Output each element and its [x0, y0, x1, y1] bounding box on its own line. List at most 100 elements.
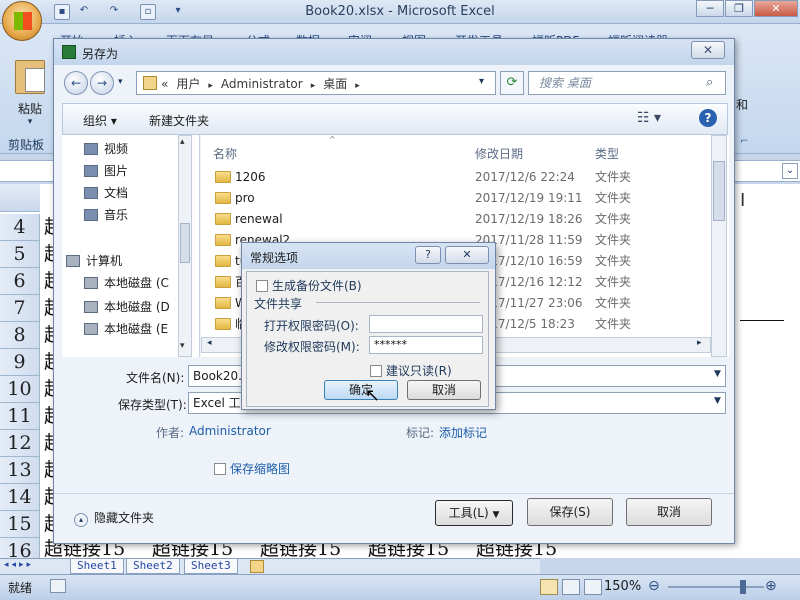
row-header[interactable]: 10	[0, 376, 40, 403]
search-input[interactable]: 搜索 桌面	[528, 71, 726, 95]
cancel-button[interactable]: 取消	[626, 498, 712, 526]
breadcrumb-item[interactable]: «	[161, 77, 168, 91]
folder-icon	[215, 171, 231, 183]
tags-value[interactable]: 添加标记	[439, 424, 487, 441]
row-header[interactable]: 5	[0, 241, 40, 268]
breadcrumb-item[interactable]: 用户	[176, 77, 200, 91]
dialog-launcher-icon[interactable]: ⌐	[740, 136, 748, 147]
back-icon[interactable]: ←	[64, 71, 88, 95]
column-date[interactable]: 修改日期	[475, 145, 523, 162]
row-header[interactable]: 9	[0, 349, 40, 376]
chevron-down-icon[interactable]: ▼	[714, 369, 721, 379]
zoom-slider[interactable]	[668, 586, 764, 588]
nav-item[interactable]: 本地磁盘 (D	[84, 297, 170, 317]
sheet-tab[interactable]: Sheet2	[126, 559, 180, 574]
print-preview-icon[interactable]: ▫	[140, 4, 156, 20]
sheet-tab[interactable]: Sheet1	[70, 559, 124, 574]
file-row[interactable]: renewal 2017/12/19 18:26 文件夹	[211, 209, 711, 230]
hide-folders-button[interactable]: ▴ 隐藏文件夹	[74, 509, 154, 527]
row-header[interactable]: 14	[0, 484, 40, 511]
history-dropdown-icon[interactable]: ▾	[118, 77, 123, 87]
readonly-checkbox[interactable]: 建议只读(R)	[370, 362, 452, 379]
column-type[interactable]: 类型	[595, 145, 619, 162]
scroll-up-icon[interactable]: ▴	[180, 137, 185, 147]
view-options-icon[interactable]: ☷ ▾	[637, 110, 661, 126]
backup-checkbox[interactable]: 生成备份文件(B)	[256, 277, 362, 294]
address-bar[interactable]: « 用户 ▸ Administrator ▸ 桌面 ▸ ▾	[136, 71, 496, 95]
file-scrollbar-thumb[interactable]	[713, 161, 725, 221]
dialog-close-button[interactable]: ✕	[691, 41, 725, 59]
row-header[interactable]: 8	[0, 322, 40, 349]
file-name: 1206	[235, 170, 266, 184]
zoom-slider-thumb[interactable]	[740, 580, 746, 594]
open-password-input[interactable]	[369, 315, 483, 333]
refresh-icon[interactable]: ⟳	[500, 71, 524, 95]
save-button[interactable]: 保存(S)	[527, 498, 613, 526]
nav-item[interactable]: 本地磁盘 (E	[84, 319, 168, 339]
zoom-in-icon[interactable]: ⊕	[765, 578, 777, 594]
checkbox-icon	[214, 463, 226, 475]
sheet-nav-arrows-icon[interactable]: ◂◂▸▸	[4, 560, 34, 570]
row-header[interactable]: 15	[0, 511, 40, 538]
zoom-out-icon[interactable]: ⊖	[648, 578, 660, 594]
chevron-right-icon[interactable]: ▸	[208, 81, 213, 91]
macro-record-icon[interactable]	[50, 579, 66, 593]
breadcrumb-item[interactable]: Administrator	[221, 77, 303, 91]
new-folder-button[interactable]: 新建文件夹	[149, 112, 209, 129]
nav-item[interactable]: 图片	[84, 161, 128, 181]
scroll-left-icon[interactable]: ◂	[207, 338, 212, 348]
select-all-corner[interactable]	[0, 184, 40, 212]
save-icon[interactable]: ▪	[54, 4, 70, 20]
insert-sheet-icon[interactable]	[250, 560, 264, 573]
options-close-icon[interactable]: ✕	[445, 246, 489, 264]
row-header[interactable]: 4	[0, 214, 40, 241]
file-row[interactable]: 1206 2017/12/6 22:24 文件夹	[211, 167, 711, 188]
chevron-down-icon[interactable]: ▼	[714, 396, 721, 406]
paste-button[interactable]: 粘贴 ▾	[8, 58, 52, 144]
options-cancel-button[interactable]: 取消	[407, 380, 481, 400]
nav-item[interactable]: 文档	[84, 183, 128, 203]
forward-icon[interactable]: →	[90, 71, 114, 95]
page-break-view-icon[interactable]	[584, 579, 602, 595]
organize-menu[interactable]: 组织 ▾	[83, 112, 117, 129]
row-header[interactable]: 11	[0, 403, 40, 430]
column-name[interactable]: 名称	[213, 145, 237, 162]
chevron-right-icon[interactable]: ▸	[355, 81, 360, 91]
nav-item[interactable]: 计算机	[66, 251, 122, 271]
nav-item[interactable]: 音乐	[84, 205, 128, 225]
row-header[interactable]: 12	[0, 430, 40, 457]
sheet-tab[interactable]: Sheet3	[184, 559, 238, 574]
thumbnail-checkbox[interactable]: 保存缩略图	[214, 460, 290, 477]
chevron-right-icon[interactable]: ▸	[311, 81, 316, 91]
expand-formula-icon[interactable]: ⌄	[782, 163, 798, 179]
redo-icon[interactable]: ↷	[106, 4, 122, 20]
file-row[interactable]: pro 2017/12/19 19:11 文件夹	[211, 188, 711, 209]
minimize-button[interactable]: ─	[696, 0, 724, 17]
nav-item[interactable]: 本地磁盘 (C	[84, 273, 169, 293]
row-header[interactable]: 6	[0, 268, 40, 295]
help-icon[interactable]: ?	[699, 109, 717, 127]
chevron-down-icon[interactable]: ▾	[479, 76, 484, 87]
ok-button[interactable]: 确定	[324, 380, 398, 400]
picture-icon	[84, 165, 98, 177]
nav-item[interactable]: 视频	[84, 139, 128, 159]
scroll-down-icon[interactable]: ▾	[180, 341, 185, 351]
author-value[interactable]: Administrator	[189, 424, 271, 438]
nav-scrollbar-thumb[interactable]	[180, 223, 190, 263]
close-icon[interactable]: ✕	[754, 0, 798, 17]
zoom-level[interactable]: 150%	[604, 579, 641, 594]
office-button[interactable]	[2, 1, 42, 41]
row-header[interactable]: 7	[0, 295, 40, 322]
options-help-button[interactable]: ?	[415, 246, 441, 264]
normal-view-icon[interactable]	[540, 579, 558, 595]
undo-icon[interactable]: ↶	[76, 4, 92, 20]
page-layout-view-icon[interactable]	[562, 579, 580, 595]
tools-button[interactable]: 工具(L) ▼	[435, 500, 513, 526]
qat-customize-icon[interactable]: ▾	[170, 4, 186, 20]
breadcrumb-item[interactable]: 桌面	[323, 77, 347, 91]
restore-button[interactable]: ❐	[725, 0, 753, 17]
divider	[54, 493, 734, 494]
scroll-right-icon[interactable]: ▸	[697, 338, 702, 348]
modify-password-input[interactable]: ******	[369, 336, 483, 354]
row-header[interactable]: 13	[0, 457, 40, 484]
